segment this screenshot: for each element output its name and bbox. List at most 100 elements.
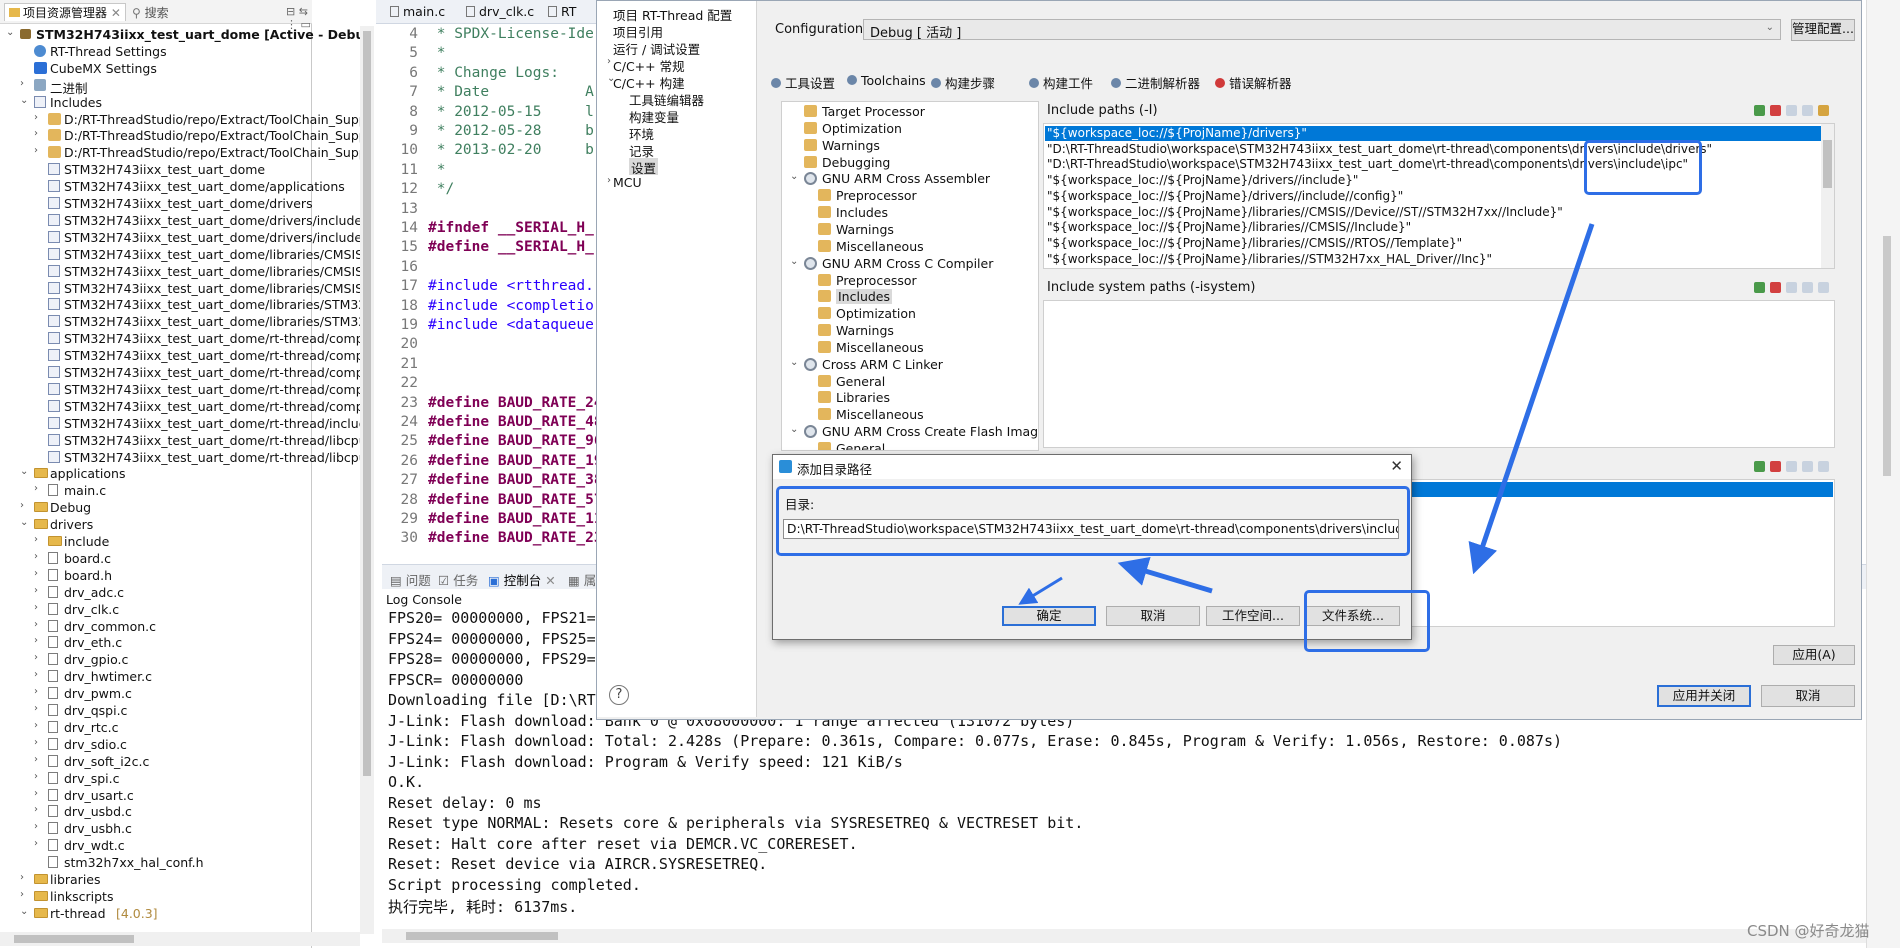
system-paths-list[interactable] xyxy=(1043,300,1835,448)
delete-path-icon[interactable] xyxy=(1770,282,1781,293)
tree-item[interactable]: STM32H743iixx_test_uart_dome/drivers xyxy=(0,196,360,213)
apply-button[interactable]: 应用(A) xyxy=(1773,645,1855,665)
tree-item[interactable]: STM32H743iixx_test_uart_dome/libraries/C… xyxy=(0,281,360,298)
tree-item[interactable]: ⌄ STM32H743iixx_test_uart_dome [Active - … xyxy=(0,27,360,44)
tab-main-c[interactable]: main.c xyxy=(390,4,445,19)
add-path-icon[interactable] xyxy=(1754,282,1765,293)
tree-item[interactable]: › D:/RT-ThreadStudio/repo/Extract/ToolCha… xyxy=(0,128,360,145)
tool-item[interactable]: Libraries xyxy=(782,390,1038,407)
link-icon[interactable]: ⇆ xyxy=(299,5,308,18)
tool-item[interactable]: Preprocessor xyxy=(782,273,1038,290)
tree-item[interactable]: › board.c xyxy=(0,551,360,568)
include-path-row[interactable]: "${workspace_loc://${ProjName}/libraries… xyxy=(1045,252,1833,267)
settings-tab[interactable]: Toolchains xyxy=(847,73,926,88)
delete-path-icon[interactable] xyxy=(1770,461,1781,472)
ok-button[interactable]: 确定 xyxy=(1002,606,1096,626)
tree-item[interactable]: STM32H743iixx_test_uart_dome/application… xyxy=(0,179,360,196)
chevron-right-icon[interactable]: › xyxy=(34,804,38,815)
tree-item[interactable]: STM32H743iixx_test_uart_dome/drivers/inc… xyxy=(0,213,360,230)
nav-item[interactable]: 记录 xyxy=(597,141,755,158)
include-path-row[interactable]: "D:\RT-ThreadStudio\workspace\STM32H743i… xyxy=(1045,157,1833,172)
tree-item[interactable]: RT-Thread Settings xyxy=(0,44,360,61)
chevron-down-icon[interactable]: ⌄ xyxy=(790,256,798,267)
nav-item[interactable]: 项目 RT-Thread 配置 xyxy=(597,5,755,22)
chevron-down-icon[interactable]: ⌄ xyxy=(20,95,28,106)
tree-item[interactable]: STM32H743iixx_test_uart_dome/libraries/C… xyxy=(0,247,360,264)
tool-item[interactable]: Warnings xyxy=(782,138,1038,155)
tree-item[interactable]: CubeMX Settings xyxy=(0,61,360,78)
tree-item[interactable]: STM32H743iixx_test_uart_dome xyxy=(0,162,360,179)
move-down-icon[interactable] xyxy=(1818,282,1829,293)
nav-item[interactable]: › C/C++ 常规 xyxy=(597,56,755,73)
chevron-right-icon[interactable]: › xyxy=(607,56,611,67)
tree-item[interactable]: › drv_usart.c xyxy=(0,788,360,805)
tool-item[interactable]: ⌄ GNU ARM Cross C Compiler xyxy=(782,256,1038,273)
close-icon[interactable]: ✕ xyxy=(111,6,121,20)
tree-item[interactable]: › drv_common.c xyxy=(0,619,360,636)
tree-item[interactable]: › Debug xyxy=(0,500,360,517)
delete-path-icon[interactable] xyxy=(1770,105,1781,116)
nav-item[interactable]: 环境 xyxy=(597,124,755,141)
tree-item[interactable]: STM32H743iixx_test_uart_dome/rt-thread/l… xyxy=(0,450,360,467)
chevron-right-icon[interactable]: › xyxy=(34,838,38,849)
nav-item[interactable]: 工具链编辑器 xyxy=(597,90,755,107)
explorer-scrollbar-v[interactable] xyxy=(360,26,374,934)
tree-item[interactable]: STM32H743iixx_test_uart_dome/rt-thread/c… xyxy=(0,365,360,382)
tool-item[interactable]: General xyxy=(782,374,1038,391)
include-path-row[interactable]: "${workspace_loc://${ProjName}/drivers}" xyxy=(1045,126,1833,141)
scroll-thumb[interactable] xyxy=(14,935,134,943)
chevron-right-icon[interactable]: › xyxy=(20,872,24,883)
tree-item[interactable]: › D:/RT-ThreadStudio/repo/Extract/ToolCha… xyxy=(0,112,360,129)
tree-item[interactable]: › drv_spi.c xyxy=(0,771,360,788)
chevron-right-icon[interactable]: › xyxy=(34,771,38,782)
console-scrollbar-h[interactable] xyxy=(382,929,1882,943)
chevron-right-icon[interactable]: › xyxy=(34,112,38,123)
tree-item[interactable]: › drv_soft_i2c.c xyxy=(0,754,360,771)
move-up-icon[interactable] xyxy=(1802,282,1813,293)
tree-item[interactable]: › drv_usbh.c xyxy=(0,821,360,838)
tool-item[interactable]: Miscellaneous xyxy=(782,407,1038,424)
tree-item[interactable]: › drv_wdt.c xyxy=(0,838,360,855)
dialog-cancel-button[interactable]: 取消 xyxy=(1106,606,1200,626)
tree-item[interactable]: STM32H743iixx_test_uart_dome/rt-thread/c… xyxy=(0,399,360,416)
tool-item[interactable]: Optimization xyxy=(782,121,1038,138)
tree-item[interactable]: › drv_hwtimer.c xyxy=(0,669,360,686)
collapse-all-icon[interactable]: ⊟ xyxy=(286,5,295,18)
cancel-button[interactable]: 取消 xyxy=(1761,685,1855,707)
chevron-right-icon[interactable]: › xyxy=(20,78,24,89)
tool-item[interactable]: General xyxy=(782,441,1038,450)
workspace-button[interactable]: 工作空间... xyxy=(1206,606,1300,626)
scroll-thumb[interactable] xyxy=(406,932,558,940)
tool-item[interactable]: Preprocessor xyxy=(782,188,1038,205)
chevron-down-icon[interactable]: ⌄ xyxy=(20,466,28,477)
nav-item[interactable]: 运行 / 调试设置 xyxy=(597,39,755,56)
tree-item[interactable]: › drv_eth.c xyxy=(0,635,360,652)
include-paths-list[interactable]: "${workspace_loc://${ProjName}/drivers}"… xyxy=(1043,123,1835,269)
edit-path-icon[interactable] xyxy=(1786,105,1797,116)
tree-item[interactable]: STM32H743iixx_test_uart_dome/libraries/C… xyxy=(0,264,360,281)
chevron-right-icon[interactable]: › xyxy=(34,551,38,562)
search-tab[interactable]: ⚲ 搜索 xyxy=(132,4,169,21)
tool-item[interactable]: ⌄ GNU ARM Cross Create Flash Image xyxy=(782,424,1038,441)
tool-item[interactable]: ⌄ GNU ARM Cross Assembler xyxy=(782,171,1038,188)
chevron-right-icon[interactable]: › xyxy=(34,602,38,613)
nav-item[interactable]: ⌄ C/C++ 构建 xyxy=(597,73,755,90)
chevron-right-icon[interactable]: › xyxy=(34,669,38,680)
tree-item[interactable]: ⌄ drivers xyxy=(0,517,360,534)
chevron-down-icon[interactable]: ⌄ xyxy=(790,357,798,368)
include-path-row[interactable]: "D:\RT-ThreadStudio\workspace\STM32H743i… xyxy=(1045,142,1833,157)
tree-item[interactable]: STM32H743iixx_test_uart_dome/rt-thread/l… xyxy=(0,433,360,450)
tree-item[interactable]: › main.c xyxy=(0,483,360,500)
chevron-down-icon[interactable]: ⌄ xyxy=(790,171,798,182)
tab-drv-clk-c[interactable]: drv_clk.c xyxy=(466,4,534,19)
chevron-right-icon[interactable]: › xyxy=(34,585,38,596)
scroll-thumb[interactable] xyxy=(363,31,371,776)
tool-item[interactable]: Miscellaneous xyxy=(782,340,1038,357)
settings-tab[interactable]: 构建工件 xyxy=(1029,73,1093,92)
scroll-thumb[interactable] xyxy=(1823,140,1832,188)
move-down-icon[interactable] xyxy=(1818,461,1829,472)
chevron-right-icon[interactable]: › xyxy=(34,635,38,646)
tree-item[interactable]: › 二进制 xyxy=(0,78,360,95)
include-list-scrollbar[interactable] xyxy=(1821,124,1834,268)
tool-item[interactable]: Includes xyxy=(782,205,1038,222)
